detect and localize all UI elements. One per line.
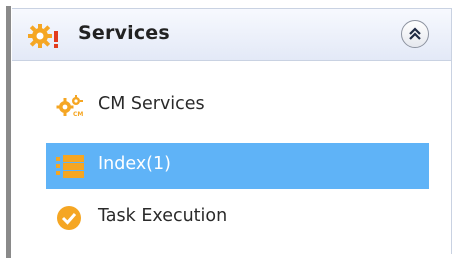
gear-warning-icon xyxy=(28,22,60,50)
panel-header[interactable]: Services xyxy=(12,9,451,61)
nav-item-index[interactable]: Index(1) xyxy=(46,143,429,189)
nav-item-label: Index(1) xyxy=(98,154,171,174)
nav-item-task-execution[interactable]: Task Execution xyxy=(46,195,429,241)
panel-title: Services xyxy=(78,22,170,44)
nav-item-cm-services[interactable]: CM CM Services xyxy=(46,83,429,129)
svg-text:CM: CM xyxy=(73,111,83,118)
double-chevron-up-icon xyxy=(409,27,421,40)
collapse-button[interactable] xyxy=(401,20,429,48)
nav-item-label: Task Execution xyxy=(98,206,228,226)
cm-gears-icon: CM xyxy=(56,93,84,119)
check-circle-icon xyxy=(56,205,84,231)
nav-item-label: CM Services xyxy=(98,94,205,114)
panel-body: CM CM Services Index(1) Task Execution xyxy=(12,61,451,254)
services-panel: Services CM CM Services Index(1) Task Ex… xyxy=(12,8,452,254)
index-tree-icon xyxy=(56,153,84,179)
